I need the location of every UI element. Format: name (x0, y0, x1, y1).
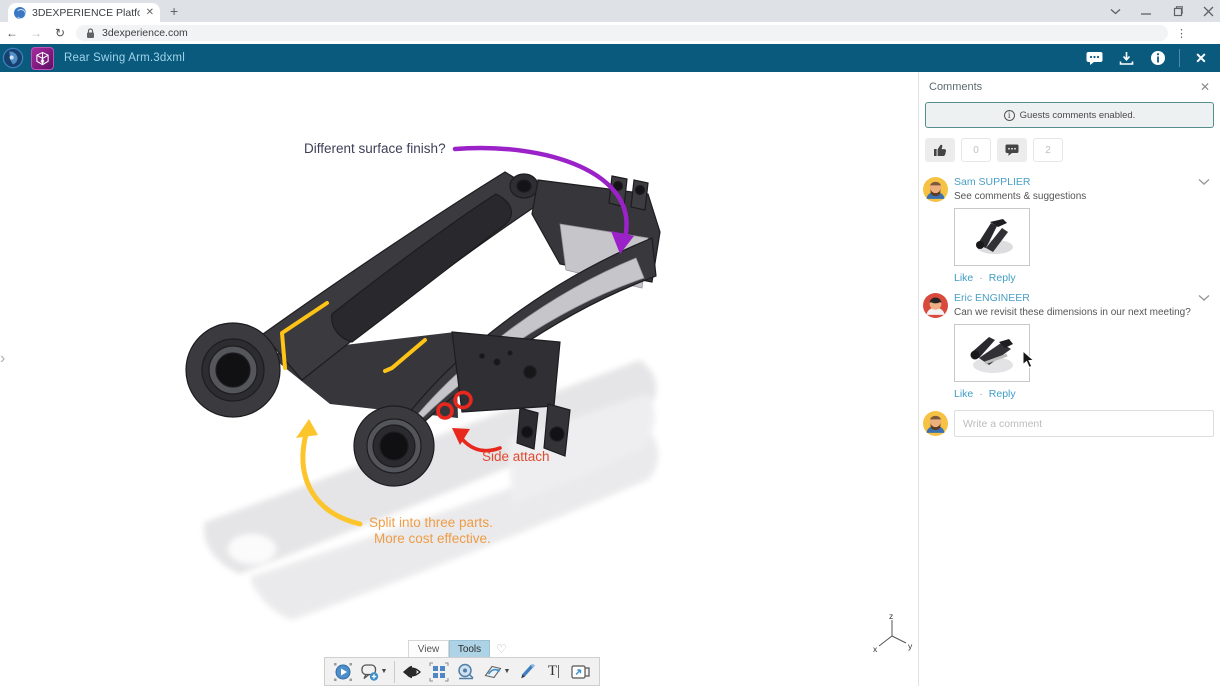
comments-stat-button[interactable] (997, 138, 1027, 162)
favorite-heart-icon[interactable]: ♡ (496, 642, 507, 656)
forward-icon[interactable]: → (24, 26, 48, 40)
comments-toggle-icon[interactable] (1083, 47, 1105, 69)
browser-tabstrip: 3DEXPERIENCE Platform ✕ + (0, 0, 1220, 22)
guests-banner: i Guests comments enabled. (925, 102, 1214, 128)
annotation-split-1: Split into three parts. (369, 515, 493, 530)
axis-triad: z x y (872, 612, 914, 656)
text-icon[interactable]: T| (541, 659, 567, 685)
capture-2d-icon[interactable] (568, 659, 594, 685)
like-stat-button[interactable] (925, 138, 955, 162)
thumbs-up-icon (933, 143, 947, 157)
app-tile-cube-icon[interactable] (31, 47, 54, 70)
document-title: Rear Swing Arm.3dxml (64, 52, 185, 64)
tab-tools[interactable]: Tools (449, 640, 490, 657)
new-tab-button[interactable]: + (170, 3, 178, 19)
banner-text: Guests comments enabled. (1020, 110, 1136, 121)
pencil-icon[interactable] (514, 659, 540, 685)
comments-panel: Comments ✕ i Guests comments enabled. 0 … (918, 72, 1220, 686)
annotation-side-attach: Side attach (482, 449, 550, 464)
comment-text: See comments & suggestions (954, 191, 1210, 202)
3d-model-scene: Different surface finish? Side attach Sp… (0, 72, 918, 686)
tab-close-icon[interactable]: ✕ (146, 7, 154, 18)
browser-tab[interactable]: 3DEXPERIENCE Platform ✕ (8, 3, 160, 22)
model-display-icon[interactable] (426, 659, 452, 685)
avatar-current-user (923, 411, 948, 436)
action-separator: · (979, 272, 983, 284)
comment-author[interactable]: Eric ENGINEER (954, 292, 1210, 304)
add-comment-icon[interactable]: ▼ (357, 659, 390, 685)
reply-link[interactable]: Reply (989, 272, 1016, 284)
panel-expand-chevron-icon[interactable]: › (0, 350, 5, 368)
reply-link[interactable]: Reply (989, 388, 1016, 400)
comments-panel-close-icon[interactable]: ✕ (1200, 80, 1210, 94)
section-icon[interactable]: ▼ (480, 659, 513, 685)
viewer-toolbox: View Tools ♡ ▼ (324, 640, 600, 686)
tab-title: 3DEXPERIENCE Platform (32, 7, 140, 19)
3d-viewer-canvas[interactable]: Different surface finish? Side attach Sp… (0, 72, 918, 686)
app-bar: Rear Swing Arm.3dxml ✕ (0, 44, 1220, 72)
close-viewer-icon[interactable]: ✕ (1190, 47, 1212, 69)
comment-thumbnail[interactable] (954, 208, 1030, 266)
back-icon[interactable]: ← (0, 26, 24, 40)
annotation-surface-finish: Different surface finish? (304, 141, 446, 156)
likes-count: 0 (961, 138, 991, 162)
collapse-chevron-icon[interactable] (1198, 294, 1210, 302)
window-controls (1110, 0, 1214, 22)
url-text: 3dexperience.com (102, 27, 188, 39)
comment-bubble-icon (1005, 144, 1019, 156)
tab-view[interactable]: View (408, 640, 449, 657)
like-link[interactable]: Like (954, 388, 973, 400)
axis-z-label: z (889, 612, 893, 621)
axis-y-label: y (908, 641, 913, 651)
visibility-eye-icon[interactable] (399, 659, 425, 685)
comments-panel-title: Comments (929, 81, 982, 93)
lock-icon (86, 28, 95, 39)
action-separator: · (979, 388, 983, 400)
browser-window: 3DEXPERIENCE Platform ✕ + ← → ↻ 3dexperi… (0, 0, 1220, 686)
turntable-play-icon[interactable] (330, 659, 356, 685)
comment-author[interactable]: Sam SUPPLIER (954, 176, 1210, 188)
comment-composer (919, 400, 1220, 437)
banner-info-icon: i (1004, 110, 1015, 121)
comment-text: Can we revisit these dimensions in our n… (954, 307, 1210, 318)
address-bar[interactable]: 3dexperience.com (76, 25, 1168, 41)
avatar-sam (923, 177, 948, 202)
window-close-icon[interactable] (1203, 6, 1214, 17)
comment-item: Sam SUPPLIER See comments & suggestions … (919, 168, 1220, 284)
like-link[interactable]: Like (954, 272, 973, 284)
browser-toolbar: ← → ↻ 3dexperience.com ⋮ (0, 22, 1220, 44)
reload-icon[interactable]: ↻ (48, 26, 72, 40)
download-icon[interactable] (1115, 47, 1137, 69)
appbar-divider (1179, 49, 1180, 67)
minimize-icon[interactable] (1141, 6, 1152, 17)
annotation-split-2: More cost effective. (374, 531, 491, 546)
compass-logo-icon[interactable] (2, 47, 24, 69)
comment-thumbnail[interactable] (954, 324, 1030, 382)
write-comment-input[interactable] (954, 410, 1214, 437)
tab-favicon-icon (14, 7, 26, 19)
avatar-eric (923, 293, 948, 318)
measure-icon[interactable] (453, 659, 479, 685)
axis-x-label: x (873, 644, 878, 654)
info-icon[interactable] (1147, 47, 1169, 69)
comments-count: 2 (1033, 138, 1063, 162)
maximize-icon[interactable] (1172, 6, 1183, 17)
collapse-chevron-icon[interactable] (1198, 178, 1210, 186)
tab-search-chevron-icon[interactable] (1110, 8, 1121, 15)
browser-menu-icon[interactable]: ⋮ (1176, 27, 1187, 40)
comment-item: Eric ENGINEER Can we revisit these dimen… (919, 284, 1220, 400)
toolbar-divider (394, 661, 395, 683)
